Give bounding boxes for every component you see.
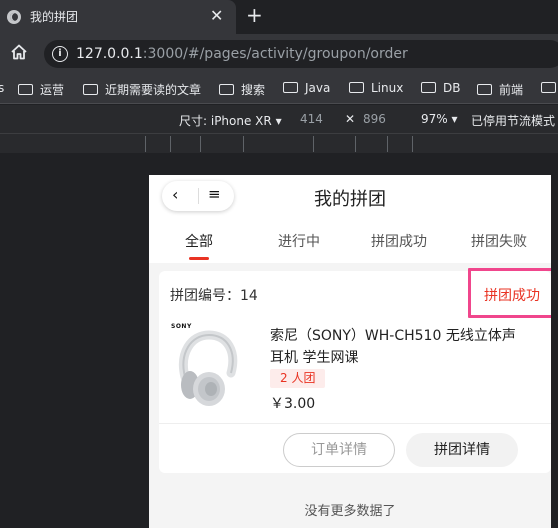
- folder-icon: [477, 84, 492, 95]
- folder-icon: [219, 84, 234, 95]
- ruler-tick: [243, 136, 244, 152]
- ruler-tick: [200, 136, 201, 152]
- bookmark-label: 搜索: [241, 83, 266, 97]
- group-order-number: 拼团编号：14: [170, 288, 258, 304]
- viewport-height-input[interactable]: 896: [363, 112, 386, 126]
- throttle-select[interactable]: 已停用节流模式: [471, 112, 555, 129]
- headphones-image: [179, 330, 238, 406]
- viewport-width-input[interactable]: 414: [300, 112, 323, 126]
- folder-icon: [349, 82, 364, 93]
- tab-failed[interactable]: 拼团失败: [449, 231, 549, 251]
- url-host: 127.0.0.1: [76, 46, 143, 62]
- order-detail-button[interactable]: 订单详情: [283, 433, 395, 467]
- group-size-badge: 2 人团: [270, 369, 326, 388]
- bookmark-label: 运营: [40, 83, 65, 97]
- active-tab-indicator: [189, 257, 209, 260]
- bookmark-label: Java: [305, 81, 331, 95]
- bookmark-item-partial[interactable]: [541, 81, 558, 95]
- group-detail-button[interactable]: 拼团详情: [406, 433, 518, 467]
- mobile-page: ‹ ≡ 我的拼团 全部 进行中 拼团成功 拼团失败 拼团编号：14 拼团成功 S…: [149, 175, 551, 528]
- ruler-tick: [355, 136, 356, 152]
- folder-icon: [421, 82, 436, 93]
- no-more-data-text: 没有更多数据了: [304, 504, 396, 519]
- home-icon[interactable]: [10, 43, 28, 61]
- url-text: 127.0.0.1:3000/#/pages/activity/groupon/…: [76, 46, 408, 62]
- annotation-highlight-box: [468, 268, 551, 318]
- browser-tab[interactable]: 我的拼团 ✕: [0, 0, 236, 34]
- product-price: ￥3.00: [270, 396, 316, 412]
- close-tab-icon[interactable]: ✕: [210, 6, 223, 26]
- bookmark-partial[interactable]: s: [0, 81, 4, 95]
- folder-icon: [83, 84, 98, 95]
- bookmark-label: 前端: [499, 83, 524, 97]
- ruler-tick: [387, 136, 388, 152]
- bookmark-label: Linux: [371, 81, 404, 95]
- new-tab-button[interactable]: +: [246, 3, 263, 27]
- device-select[interactable]: 尺寸: iPhone XR ▾: [179, 112, 282, 129]
- caret-down-icon: ▾: [451, 112, 458, 126]
- device-label: 尺寸: iPhone XR: [179, 114, 272, 128]
- folder-icon: [18, 84, 33, 95]
- browser-tab-strip: 我的拼团 ✕ +: [0, 0, 558, 34]
- zoom-select[interactable]: 97% ▾: [421, 112, 458, 126]
- site-info-icon[interactable]: i: [52, 46, 68, 62]
- product-image[interactable]: SONY: [171, 323, 243, 409]
- tab-title: 我的拼团: [30, 10, 79, 24]
- product-name[interactable]: 索尼（SONY）WH-CH510 无线立体声耳机 学生网课: [270, 325, 524, 369]
- zoom-label: 97%: [421, 112, 448, 126]
- url-field[interactable]: i 127.0.0.1:3000/#/pages/activity/groupo…: [44, 40, 558, 68]
- ruler-tick: [313, 136, 314, 152]
- bookmark-item[interactable]: 前端: [477, 81, 523, 98]
- ruler-tick: [145, 136, 146, 152]
- filter-tabs: 全部 进行中 拼团成功 拼团失败: [149, 219, 551, 263]
- bookmark-label: DB: [443, 81, 461, 95]
- device-toolbar: 尺寸: iPhone XR ▾ 414 ✕ 896 97% ▾ 已停用节流模式: [0, 105, 558, 133]
- ruler-tick: [170, 136, 171, 152]
- card-divider: [159, 423, 551, 424]
- bookmark-item[interactable]: DB: [421, 81, 460, 95]
- url-path: :3000/#/pages/activity/groupon/order: [142, 46, 408, 62]
- folder-icon: [541, 82, 556, 93]
- tab-all[interactable]: 全部: [149, 231, 249, 251]
- media-query-ruler: [0, 133, 558, 153]
- caret-down-icon: ▾: [275, 114, 282, 128]
- bookmarks-bar: s 运营 近期需要读的文章 搜索 Java Linux DB 前端: [0, 74, 558, 104]
- bookmark-item[interactable]: 运营: [18, 81, 64, 98]
- bookmark-item[interactable]: 搜索: [219, 81, 265, 98]
- bookmark-item[interactable]: Java: [283, 81, 330, 95]
- order-card[interactable]: 拼团编号：14 拼团成功 SONY 索尼（SONY）WH-CH510 无线立体声…: [159, 268, 551, 473]
- bookmark-item[interactable]: 近期需要读的文章: [83, 81, 201, 98]
- dimension-times-icon: ✕: [345, 112, 356, 126]
- bookmark-label: 近期需要读的文章: [105, 83, 202, 97]
- globe-icon: [7, 10, 21, 24]
- ruler-tick: [412, 136, 413, 152]
- page-title: 我的拼团: [314, 189, 386, 210]
- folder-icon: [283, 82, 298, 93]
- address-bar: i 127.0.0.1:3000/#/pages/activity/groupo…: [0, 34, 558, 74]
- tab-success[interactable]: 拼团成功: [349, 231, 449, 251]
- app-nav-bar: ‹ ≡ 我的拼团: [149, 175, 551, 219]
- bookmark-item[interactable]: Linux: [349, 81, 403, 95]
- tab-in-progress[interactable]: 进行中: [249, 231, 349, 251]
